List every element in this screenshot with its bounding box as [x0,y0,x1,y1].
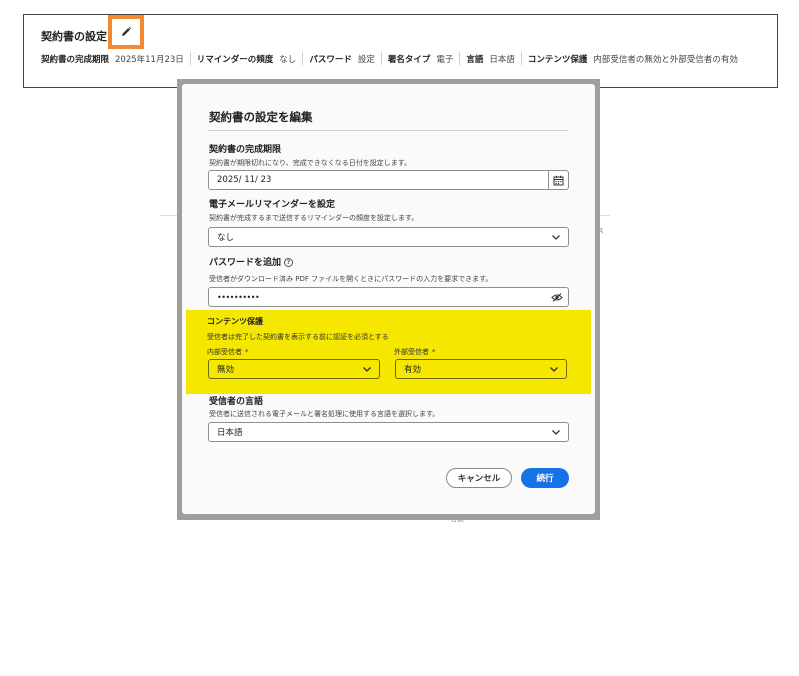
divider [302,52,304,65]
edit-settings-button[interactable] [108,15,144,49]
divider [189,52,191,65]
summary-row: 契約書の完成期限 2025年11月23日 リマインダーの頻度 なし パスワード … [41,52,738,65]
continue-button[interactable]: 続行 [521,468,569,488]
summary-value-signature-type: 電子 [436,54,454,65]
required-marker: * [245,348,249,356]
summary-value-reminder: なし [279,54,297,65]
summary-label-password: パスワード [309,54,352,65]
password-label-text: パスワードを追加 [209,258,282,268]
eye-off-icon[interactable] [550,292,563,302]
password-value: •••••••••• [217,292,260,302]
edit-settings-dialog: 契約書の設定を編集 契約書の完成期限 契約書が期限切れになり、完成できなくなる日… [182,84,595,514]
cancel-button[interactable]: キャンセル [446,468,512,488]
language-select[interactable]: 日本語 [208,422,569,442]
reminder-frequency-select[interactable]: なし [208,227,569,247]
required-marker: * [432,348,436,356]
summary-value-language: 日本語 [489,54,515,65]
divider [520,52,522,65]
calendar-button[interactable] [548,171,568,189]
summary-title: 契約書の設定 [41,30,107,43]
external-recipients-value: 有効 [404,365,422,375]
agreement-settings-summary: 契約書の設定 契約書の完成期限 2025年11月23日 リマインダーの頻度 なし… [23,14,778,88]
help-icon[interactable]: ? [284,258,294,267]
internal-recipients-select[interactable]: 無効 [208,359,380,379]
summary-label-content-protection: コンテンツ保護 [527,54,588,65]
chevron-down-icon [551,232,561,242]
deadline-date-input[interactable]: 2025/ 11/ 23 [208,170,569,190]
language-description: 受信者に送信される電子メールと署名処理に使用する言語を選択します。 [209,410,440,418]
reminder-description: 契約書が完成するまで送信するリマインダーの頻度を設定します。 [209,214,419,222]
reminder-label: 電子メールリマインダーを設定 [209,200,336,210]
content-protection-section: コンテンツ保護 受信者は完了した契約書を表示する前に認証を必須とする 内部受信者… [186,310,591,394]
content-protection-label: コンテンツ保護 [207,317,263,326]
password-input[interactable]: •••••••••• [208,287,569,307]
deadline-date-value: 2025/ 11/ 23 [217,175,272,185]
internal-recipients-label: 内部受信者 * [207,347,249,357]
external-recipients-select[interactable]: 有効 [395,359,567,379]
password-description: 受信者がダウンロード済み PDF ファイルを開くときにパスワードの入力を要求でき… [209,275,493,283]
summary-value-content-protection: 内部受信者の無効と外部受信者の有効 [593,54,738,65]
deadline-description: 契約書が期限切れになり、完成できなくなる日付を設定します。 [209,159,412,167]
calendar-icon [553,175,564,185]
internal-recipients-label-text: 内部受信者 [207,348,242,356]
dialog-divider [208,130,568,131]
internal-recipients-value: 無効 [217,365,235,375]
summary-value-password: 設定 [357,54,375,65]
summary-label-language: 言語 [466,54,484,65]
content-protection-description: 受信者は完了した契約書を表示する前に認証を必須とする [207,333,389,341]
external-recipients-label: 外部受信者 * [394,347,436,357]
pencil-icon [122,26,132,36]
summary-label-signature-type: 署名タイプ [387,54,431,65]
summary-value-deadline: 2025年11月23日 [115,54,184,65]
deadline-label: 契約書の完成期限 [209,145,282,155]
divider [459,52,461,65]
divider [380,52,382,65]
language-value: 日本語 [217,428,243,438]
reminder-value: なし [217,233,235,243]
summary-label-deadline: 契約書の完成期限 [41,54,110,65]
summary-label-reminder: リマインダーの頻度 [196,54,274,65]
password-label: パスワードを追加? [209,255,294,268]
dialog-title: 契約書の設定を編集 [209,110,313,124]
external-recipients-label-text: 外部受信者 [394,348,429,356]
chevron-down-icon [551,427,561,437]
chevron-down-icon [549,364,559,374]
chevron-down-icon [362,364,372,374]
language-label: 受信者の言語 [209,397,264,407]
